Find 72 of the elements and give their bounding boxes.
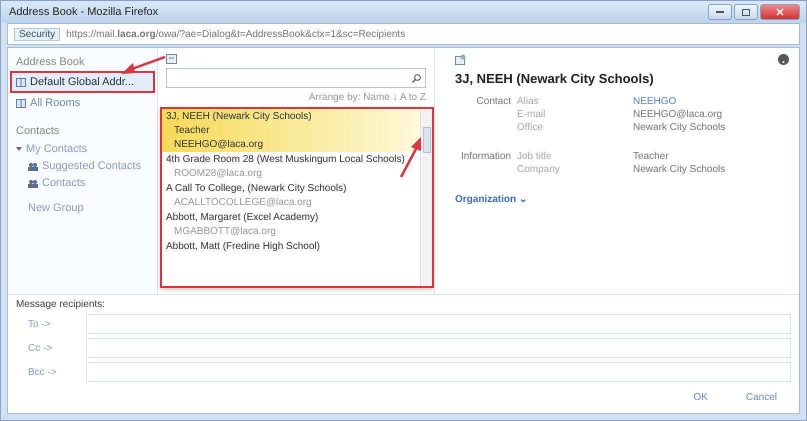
collapse-icon[interactable]	[16, 146, 22, 152]
minimize-icon	[716, 11, 724, 13]
security-label: Security	[14, 28, 60, 40]
contacts-icon	[28, 162, 38, 170]
contact-card-icon[interactable]	[455, 54, 467, 65]
address-book-icon	[16, 78, 26, 86]
contact-folder-item[interactable]: Contacts	[42, 177, 86, 189]
maximize-button[interactable]	[734, 4, 758, 20]
close-icon	[776, 8, 784, 16]
annotation-arrow	[119, 57, 165, 75]
url-text: https://mail.laca.org/owa/?ae=Dialog&t=AddressBook&ctx=1&sc=Recipients	[66, 28, 406, 40]
result-detail: NEEHGO@laca.org	[173, 139, 264, 150]
recipient-label[interactable]: Cc ->	[16, 342, 78, 354]
result-detail: MGABBOTT@laca.org	[173, 226, 277, 237]
address-card-icon[interactable]	[166, 54, 177, 64]
result-name: Abbott, Matt (Fredine High School)	[166, 241, 321, 252]
organization-link[interactable]: Organization ⌄	[455, 193, 789, 205]
result-item[interactable]: Abbott, Matt (Fredine High School)	[162, 239, 420, 254]
arrange-by-link[interactable]: Arrange by: Name ↓ A to Z	[308, 92, 426, 103]
result-item[interactable]: 3J, NEEH (Newark City Schools) Teacher NEEHGO@laca.org	[162, 109, 420, 152]
result-name: Abbott, Margaret (Excel Academy)	[166, 212, 320, 223]
recipient-field[interactable]	[86, 338, 791, 358]
result-item[interactable]: A Call To College, (Newark City Schools) ACALLTOCOLLEGE@laca.org	[162, 181, 420, 210]
field-label: Office	[517, 122, 544, 133]
maximize-icon	[742, 8, 750, 16]
result-name: 4th Grade Room 28 (West Muskingum Local Schools)	[166, 154, 406, 165]
close-button[interactable]	[760, 4, 800, 20]
field-value: Teacher	[633, 151, 670, 162]
contact-name: 3J, NEEH (Newark City Schools)	[455, 71, 655, 86]
new-group-link[interactable]: New Group	[28, 202, 84, 214]
result-detail: Teacher	[173, 125, 211, 136]
address-bar[interactable]: Security https://mail.laca.org/owa/?ae=Dialog&t=AddressBook&ctx=1&sc=Recipients	[7, 23, 800, 45]
contacts-icon	[28, 178, 38, 188]
address-book-item[interactable]: All Rooms	[12, 94, 153, 112]
result-detail: ROOM28@laca.org	[173, 168, 263, 179]
result-name: 3J, NEEH (Newark City Schools)	[166, 111, 313, 122]
address-book-label: All Rooms	[30, 97, 80, 109]
address-book-icon	[16, 98, 26, 108]
field-label: Company	[517, 164, 561, 175]
address-book-item[interactable]: Default Global Addr...	[12, 73, 153, 91]
contact-folder-item[interactable]: My Contacts	[26, 143, 88, 155]
recipient-label[interactable]: Bcc ->	[16, 366, 78, 378]
section-heading: Information	[460, 151, 511, 162]
address-book-label: Default Global Addr...	[30, 76, 134, 88]
help-icon[interactable]	[778, 54, 789, 65]
search-icon[interactable]	[412, 74, 421, 82]
window-title: Address Book - Mozilla Firefox	[9, 6, 158, 18]
contact-folder-item[interactable]: Suggested Contacts	[42, 160, 142, 172]
search-field[interactable]	[166, 68, 426, 88]
field-label: Alias	[517, 96, 540, 107]
recipient-field[interactable]	[86, 362, 791, 382]
field-value: Newark City Schools	[633, 122, 726, 133]
result-item[interactable]: Abbott, Margaret (Excel Academy) MGABBOTT@laca.org	[162, 210, 420, 239]
dialog-button[interactable]: OK	[689, 390, 712, 405]
address-book-heading: Address Book	[15, 55, 86, 70]
result-item[interactable]: 4th Grade Room 28 (West Muskingum Local Schools) ROOM28@laca.org	[162, 152, 420, 181]
dialog-button[interactable]: Cancel	[742, 390, 781, 405]
minimize-button[interactable]	[708, 4, 732, 20]
field-value: NEEHGO@laca.org	[633, 109, 724, 120]
scrollbar[interactable]	[420, 109, 432, 286]
field-label: Job title	[517, 151, 552, 162]
field-label: E-mail	[517, 109, 546, 120]
result-detail: ACALLTOCOLLEGE@laca.org	[173, 197, 313, 208]
field-value: Newark City Schools	[633, 164, 726, 175]
recipient-label[interactable]: To ->	[16, 318, 78, 330]
section-heading: Contact	[476, 96, 511, 107]
recipient-field[interactable]	[86, 314, 791, 334]
scroll-thumb[interactable]	[422, 127, 430, 153]
result-name: A Call To College, (Newark City Schools)	[166, 183, 348, 194]
field-link[interactable]: NEEHGO	[633, 96, 789, 107]
contacts-heading: Contacts	[15, 124, 60, 139]
recipients-heading: Message recipients:	[16, 299, 106, 310]
